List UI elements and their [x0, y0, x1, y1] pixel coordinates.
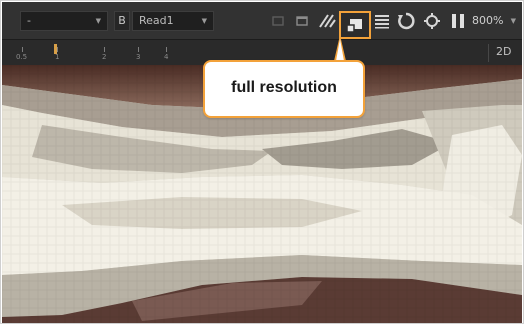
refresh-icon[interactable] [396, 11, 416, 31]
settings-icon[interactable] [422, 11, 442, 31]
gain-slider-handle[interactable] [54, 44, 57, 54]
node-dropdown-value: Read1 [139, 14, 174, 27]
roi-icon[interactable] [292, 11, 312, 31]
ruler-tick [22, 47, 23, 52]
full-resolution-tooltip: full resolution [203, 60, 365, 118]
ruler-tick [104, 47, 105, 52]
pause-icon[interactable] [448, 11, 468, 31]
ruler-tick-label: 4 [164, 53, 169, 61]
frame-outline-icon[interactable] [268, 11, 288, 31]
chevron-down-icon: ▼ [95, 17, 101, 25]
zoom-value: 800% [472, 14, 504, 27]
node-dropdown[interactable]: Read1 ▼ [132, 11, 214, 31]
chevron-down-icon: ▼ [510, 17, 516, 25]
chevron-down-icon: ▼ [201, 17, 207, 25]
zoom-dropdown[interactable]: 800% ▼ [472, 11, 518, 31]
viewer-window: - ▼ B Read1 ▼ 800% ▼ 0.5 1 2 3 4 2D full… [0, 0, 524, 324]
ruler-tick-label: 0.5 [16, 53, 28, 61]
tooltip-pointer-fill [336, 39, 344, 61]
striped-icon[interactable] [317, 11, 337, 31]
full-resolution-icon [346, 19, 362, 33]
lines-icon[interactable] [372, 11, 392, 31]
ruler-tick-label: 2 [102, 53, 107, 61]
ruler-tick-label: 1 [55, 53, 60, 61]
viewer-toolbar: - ▼ B Read1 ▼ 800% ▼ [2, 2, 522, 39]
b-input-button[interactable]: B [114, 11, 130, 31]
view-mode-label[interactable]: 2D [496, 45, 511, 58]
ruler-tick [166, 47, 167, 52]
input-dropdown[interactable]: - ▼ [20, 11, 108, 31]
ruler-tick [138, 47, 139, 52]
input-dropdown-value: - [27, 14, 31, 27]
ruler-tick [57, 47, 58, 52]
ruler-tick-label: 3 [136, 53, 141, 61]
b-input-label: B [118, 14, 126, 27]
ruler-divider [488, 44, 489, 62]
tooltip-text: full resolution [231, 79, 337, 96]
